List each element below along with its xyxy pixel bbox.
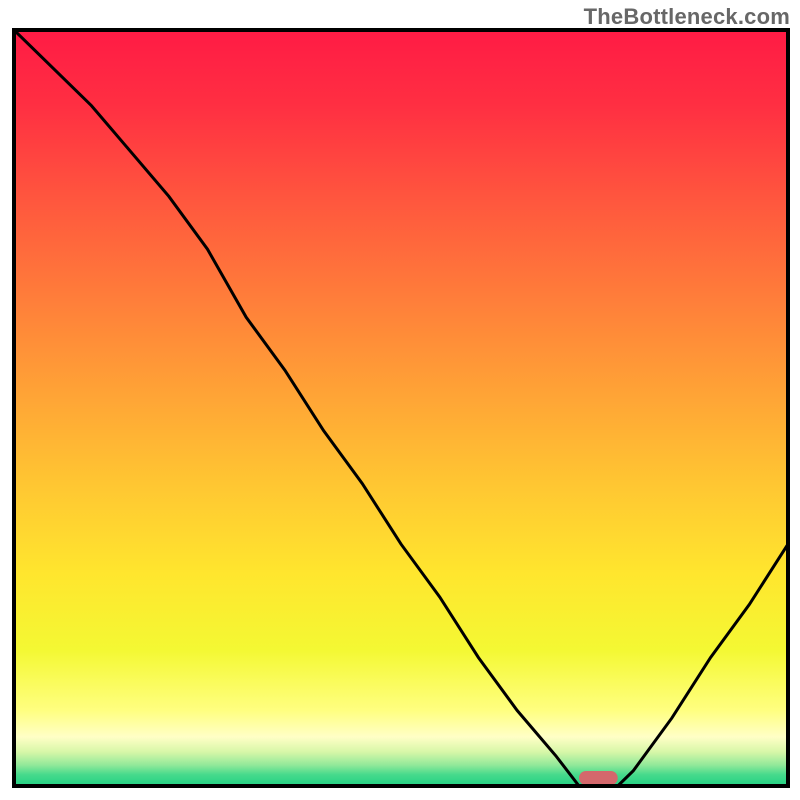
bottleneck-chart: TheBottleneck.com xyxy=(0,0,800,800)
chart-svg xyxy=(0,0,800,800)
watermark-text: TheBottleneck.com xyxy=(584,4,790,30)
optimal-marker xyxy=(579,771,618,785)
gradient-background xyxy=(14,30,788,786)
